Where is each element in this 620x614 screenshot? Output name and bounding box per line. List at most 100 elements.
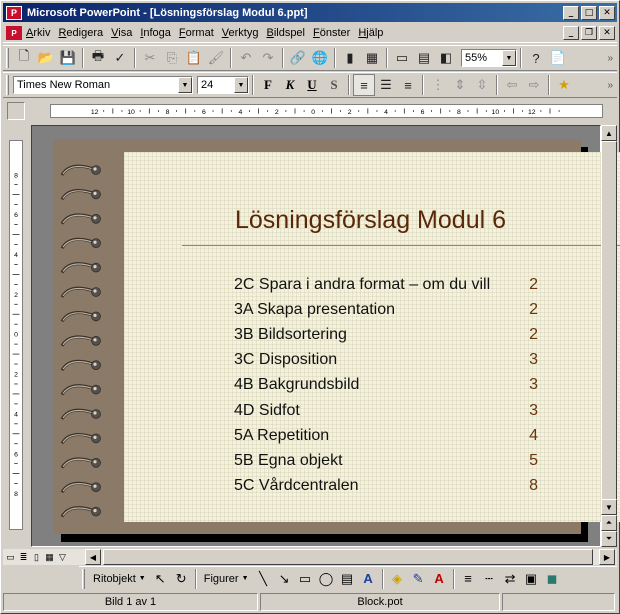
menu-redigera[interactable]: Redigera	[54, 27, 107, 39]
open-folder-icon[interactable]: 📂	[35, 47, 57, 69]
grayscale-icon[interactable]: ◧	[435, 47, 457, 69]
draw-menu[interactable]: Ritobjekt ▼	[89, 573, 150, 585]
minimize-button[interactable]: _	[563, 5, 579, 20]
doc-minimize-button[interactable]: _	[563, 26, 579, 40]
align-center-icon[interactable]: ☰	[375, 74, 397, 96]
font-color-icon[interactable]: A	[429, 568, 450, 590]
3d-style-icon[interactable]: ◼	[542, 568, 563, 590]
insert-chart-icon[interactable]: ▮	[339, 47, 361, 69]
horizontal-scroll-thumb[interactable]	[103, 549, 593, 565]
italic-button[interactable]: K	[279, 74, 301, 96]
line-style-icon[interactable]: ≡	[458, 568, 479, 590]
oval-icon[interactable]: ◯	[316, 568, 337, 590]
menu-fonster[interactable]: Fönster	[309, 27, 354, 39]
increase-spacing-icon[interactable]: ⇕	[449, 74, 471, 96]
scroll-up-button[interactable]: ▲	[601, 125, 617, 141]
font-size-select[interactable]: 24 ▼	[197, 76, 249, 94]
fill-color-icon[interactable]: ◈	[387, 568, 408, 590]
doc-restore-button[interactable]: ❐	[581, 26, 597, 40]
menu-arkiv[interactable]: Arkiv	[22, 27, 54, 39]
slide-show-icon[interactable]: ▽	[57, 552, 68, 563]
arrow-icon[interactable]: ↘	[274, 568, 295, 590]
autoshapes-menu[interactable]: Figurer ▼	[200, 573, 253, 585]
scroll-right-button[interactable]: ▶	[599, 549, 615, 565]
zoom-select[interactable]: 55% ▼	[461, 49, 517, 67]
paste-icon[interactable]: 📋	[183, 47, 205, 69]
content-placeholder[interactable]: 2C Spara i andra format – om du vill 2 3A …	[234, 272, 538, 499]
shadow-style-icon[interactable]: ▣	[521, 568, 542, 590]
save-icon[interactable]: 💾	[57, 47, 79, 69]
spelling-icon[interactable]: ✓	[109, 47, 131, 69]
chevron-down-icon[interactable]: ▼	[178, 77, 192, 93]
chevron-down-icon[interactable]: ▼	[234, 77, 248, 93]
new-document-icon[interactable]: 🗋	[13, 47, 35, 69]
demote-icon[interactable]: ⇨	[523, 74, 545, 96]
close-button[interactable]: ✕	[599, 5, 615, 20]
dash-style-icon[interactable]: ┄	[479, 568, 500, 590]
select-objects-icon[interactable]: ↖	[150, 568, 171, 590]
normal-view-icon[interactable]: ▭	[5, 552, 16, 563]
print-icon[interactable]: 🖶	[87, 47, 109, 69]
vertical-scroll-thumb[interactable]	[601, 141, 617, 501]
toolbar-options-icon[interactable]: »	[607, 53, 613, 64]
font-select[interactable]: Times New Roman ▼	[13, 76, 193, 94]
next-slide-button[interactable]: ⏷	[601, 531, 617, 547]
textbox-icon[interactable]: ▤	[337, 568, 358, 590]
menu-bildspel[interactable]: Bildspel	[262, 27, 309, 39]
menu-verktyg[interactable]: Verktyg	[218, 27, 263, 39]
menu-hjalp[interactable]: Hjälp	[354, 27, 387, 39]
help-icon[interactable]: ?	[525, 47, 547, 69]
doc-close-button[interactable]: ✕	[599, 26, 615, 40]
scroll-left-button[interactable]: ◀	[85, 549, 101, 565]
vertical-scrollbar[interactable]: ▲ ▼ ⏶ ⏷	[601, 125, 617, 547]
bold-button[interactable]: F	[257, 74, 279, 96]
rectangle-icon[interactable]: ▭	[295, 568, 316, 590]
chevron-down-icon[interactable]: ▼	[502, 50, 516, 66]
horizontal-ruler[interactable]: 12 10 8 6 4 2 0 2 4 6 8 10 12	[50, 104, 603, 118]
decrease-spacing-icon[interactable]: ⇳	[471, 74, 493, 96]
line-icon[interactable]: ╲	[253, 568, 274, 590]
animation-effects-icon[interactable]: ★	[553, 74, 575, 96]
slide-layout-icon[interactable]: ▤	[413, 47, 435, 69]
line-color-icon[interactable]: ✎	[408, 568, 429, 590]
hyperlink-icon[interactable]: 🔗	[287, 47, 309, 69]
shadow-button[interactable]: S	[323, 74, 345, 96]
align-left-icon[interactable]: ≡	[353, 74, 375, 96]
new-slide-icon[interactable]: ▭	[391, 47, 413, 69]
menu-visa[interactable]: Visa	[107, 27, 136, 39]
cut-icon[interactable]: ✂	[139, 47, 161, 69]
powerpoint-app-icon[interactable]: P	[6, 5, 22, 20]
menu-infoga[interactable]: Infoga	[136, 27, 175, 39]
acrobat-icon[interactable]: 📄	[547, 47, 569, 69]
slide-title[interactable]: Lösningsförslag Modul 6	[235, 206, 506, 235]
previous-slide-button[interactable]: ⏶	[601, 515, 617, 531]
redo-icon[interactable]: ↷	[257, 47, 279, 69]
slide-sorter-icon[interactable]: ▦	[44, 552, 55, 563]
underline-button[interactable]: U	[301, 74, 323, 96]
arrow-style-icon[interactable]: ⇄	[500, 568, 521, 590]
slide-canvas[interactable]: Lösningsförslag Modul 6 2C Spara i andra…	[54, 139, 620, 534]
document-icon[interactable]: P	[6, 26, 22, 40]
insert-table-icon[interactable]: ▦	[361, 47, 383, 69]
undo-icon[interactable]: ↶	[235, 47, 257, 69]
title-bar[interactable]: P Microsoft PowerPoint - [Lösningsförsla…	[3, 3, 617, 22]
toolbar-grip[interactable]	[6, 48, 9, 68]
toolbar-options-icon[interactable]: »	[607, 80, 613, 91]
vertical-ruler[interactable]: 8 6 4 2 0 2 4 6 8	[9, 140, 23, 530]
copy-icon[interactable]: ⎘	[161, 47, 183, 69]
toolbar-grip[interactable]	[6, 75, 9, 95]
scroll-down-button[interactable]: ▼	[601, 499, 617, 515]
format-painter-icon[interactable]: 🖌	[205, 47, 227, 69]
promote-icon[interactable]: ⇦	[501, 74, 523, 96]
numbering-icon[interactable]: ⋮	[427, 74, 449, 96]
horizontal-scrollbar[interactable]: ▭ ≣ ▯ ▦ ▽ ◀ ▶	[3, 549, 617, 565]
align-right-icon[interactable]: ≡	[397, 74, 419, 96]
wordart-icon[interactable]: A	[358, 568, 379, 590]
free-rotate-icon[interactable]: ↻	[171, 568, 192, 590]
web-toolbar-icon[interactable]: 🌐	[309, 47, 331, 69]
maximize-button[interactable]: □	[581, 5, 597, 20]
toolbar-grip[interactable]	[82, 568, 85, 589]
slide-view-icon[interactable]: ▯	[31, 552, 42, 563]
outline-view-icon[interactable]: ≣	[18, 552, 29, 563]
menu-format[interactable]: Format	[175, 27, 218, 39]
